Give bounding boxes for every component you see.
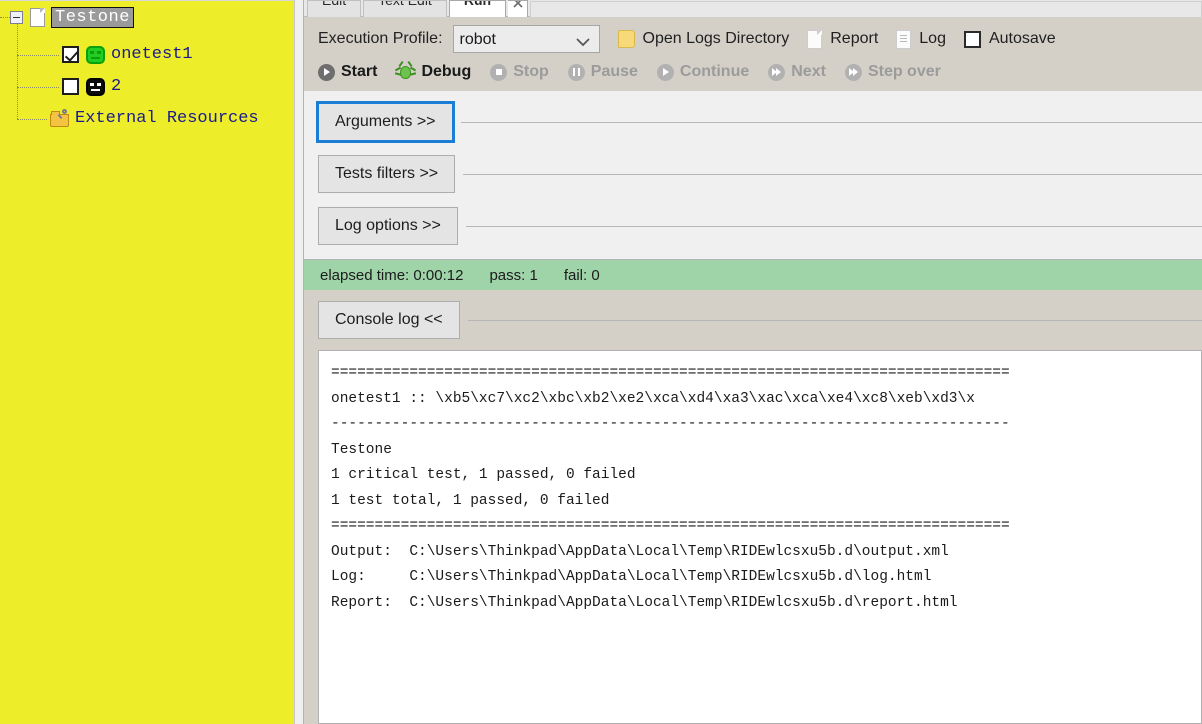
pause-label: Pause	[590, 63, 638, 80]
pause-button: Pause	[567, 63, 638, 81]
stop-button: Stop	[490, 63, 549, 81]
run-controls-bar: Start Debug Stop Pause Continue Next Ste…	[304, 57, 1202, 91]
log-page-icon	[896, 29, 912, 49]
tab-strip: Edit Text Edit Run	[304, 0, 1202, 17]
robot-black-icon	[86, 77, 105, 96]
section-row-arguments: Arguments >>	[304, 101, 1202, 143]
tree-item-label-root: Testone	[51, 7, 134, 28]
tree-item-label-onetest1: onetest1	[111, 45, 193, 64]
open-logs-directory-button[interactable]: Open Logs Directory	[617, 30, 790, 48]
step-over-button: Step over	[844, 63, 941, 81]
ride-run-window: Testone onetest1 2 External Resources Ed…	[0, 0, 1202, 724]
fail-count-text: fail: 0	[563, 266, 600, 284]
console-toggle-row: Console log <<	[304, 290, 1202, 350]
execution-profile-label: Execution Profile:	[318, 30, 443, 47]
console-log-toggle-button[interactable]: Console log <<	[318, 301, 460, 339]
tree-connector-child-1	[17, 55, 59, 56]
execution-profile-select[interactable]: robot	[452, 25, 600, 53]
tree-connector-child-3	[17, 119, 47, 120]
tree-item-label-2: 2	[111, 77, 122, 96]
continue-label: Continue	[679, 63, 750, 80]
tree-item-testone[interactable]: Testone	[10, 7, 134, 28]
debug-button[interactable]: Debug	[395, 60, 472, 81]
debug-label: Debug	[421, 63, 472, 80]
arguments-toggle-button[interactable]: Arguments >>	[316, 101, 455, 143]
console-output-panel[interactable]: ========================================…	[318, 350, 1202, 724]
report-label: Report	[830, 30, 879, 47]
autosave-checkbox[interactable]	[963, 30, 981, 48]
tree-item-external-resources[interactable]: External Resources	[50, 109, 259, 128]
close-icon[interactable]	[508, 0, 529, 17]
bug-icon	[395, 60, 417, 81]
autosave-checkbox-group[interactable]: Autosave	[963, 30, 1056, 48]
tree-connector-root	[0, 17, 10, 18]
tab-strip-filler	[530, 1, 1202, 17]
log-options-toggle-button[interactable]: Log options >>	[318, 207, 458, 245]
robot-green-icon	[86, 45, 105, 64]
folder-icon	[617, 30, 635, 48]
continue-circle-icon	[656, 63, 674, 81]
next-circle-icon	[768, 63, 786, 81]
report-button[interactable]: Report	[807, 29, 879, 49]
tab-text-edit[interactable]: Text Edit	[363, 0, 447, 17]
next-button: Next	[768, 63, 826, 81]
panel-splitter[interactable]	[294, 0, 304, 724]
start-button[interactable]: Start	[318, 63, 377, 81]
open-logs-directory-label: Open Logs Directory	[642, 30, 790, 47]
stop-circle-icon	[490, 63, 508, 81]
collapsible-sections: Arguments >> Tests filters >> Log option…	[304, 91, 1202, 260]
file-icon	[30, 8, 45, 27]
test-suite-tree-panel[interactable]: Testone onetest1 2 External Resources	[0, 0, 294, 724]
report-page-icon	[807, 29, 823, 49]
section-row-tests-filters: Tests filters >>	[304, 155, 1202, 193]
execution-profile-select-wrap[interactable]: robot	[452, 25, 600, 53]
collapse-expander-icon[interactable]	[10, 11, 23, 24]
run-status-bar: elapsed time: 0:00:12 pass: 1 fail: 0	[304, 260, 1202, 290]
log-label: Log	[919, 30, 946, 47]
tree-item-2[interactable]: 2	[62, 77, 121, 96]
pass-count-text: pass: 1	[489, 266, 538, 284]
tree-connector-vertical	[17, 19, 18, 119]
tab-run[interactable]: Run	[448, 0, 507, 17]
pause-circle-icon	[567, 63, 585, 81]
next-label: Next	[791, 63, 826, 80]
tests-filters-toggle-button[interactable]: Tests filters >>	[318, 155, 456, 193]
section-row-log-options: Log options >>	[304, 207, 1202, 245]
play-circle-icon	[318, 63, 335, 81]
autosave-label: Autosave	[988, 30, 1056, 47]
step-over-circle-icon	[844, 63, 862, 81]
stop-label: Stop	[513, 63, 549, 80]
tab-edit[interactable]: Edit	[307, 0, 362, 17]
tree-checkbox-onetest1[interactable]	[62, 46, 79, 63]
tree-item-label-external-resources: External Resources	[75, 109, 259, 128]
step-over-label: Step over	[867, 63, 941, 80]
execution-toolbar: Execution Profile: robot Open Logs Direc…	[304, 17, 1202, 57]
start-label: Start	[341, 63, 378, 80]
section-divider	[460, 121, 1202, 123]
section-divider	[463, 173, 1202, 175]
tree-connector-child-2	[17, 87, 59, 88]
console-output-text: ========================================…	[331, 365, 1010, 611]
section-divider	[467, 319, 1202, 321]
continue-button: Continue	[656, 63, 750, 81]
tree-checkbox-2[interactable]	[62, 78, 79, 95]
log-button[interactable]: Log	[896, 29, 946, 49]
section-divider	[465, 225, 1202, 227]
folder-key-icon	[50, 109, 69, 127]
console-output-wrap: ========================================…	[304, 350, 1202, 724]
elapsed-time-text: elapsed time: 0:00:12	[320, 266, 464, 284]
tree-item-onetest1[interactable]: onetest1	[62, 45, 193, 64]
run-panel: Edit Text Edit Run Execution Profile: ro…	[304, 0, 1202, 724]
